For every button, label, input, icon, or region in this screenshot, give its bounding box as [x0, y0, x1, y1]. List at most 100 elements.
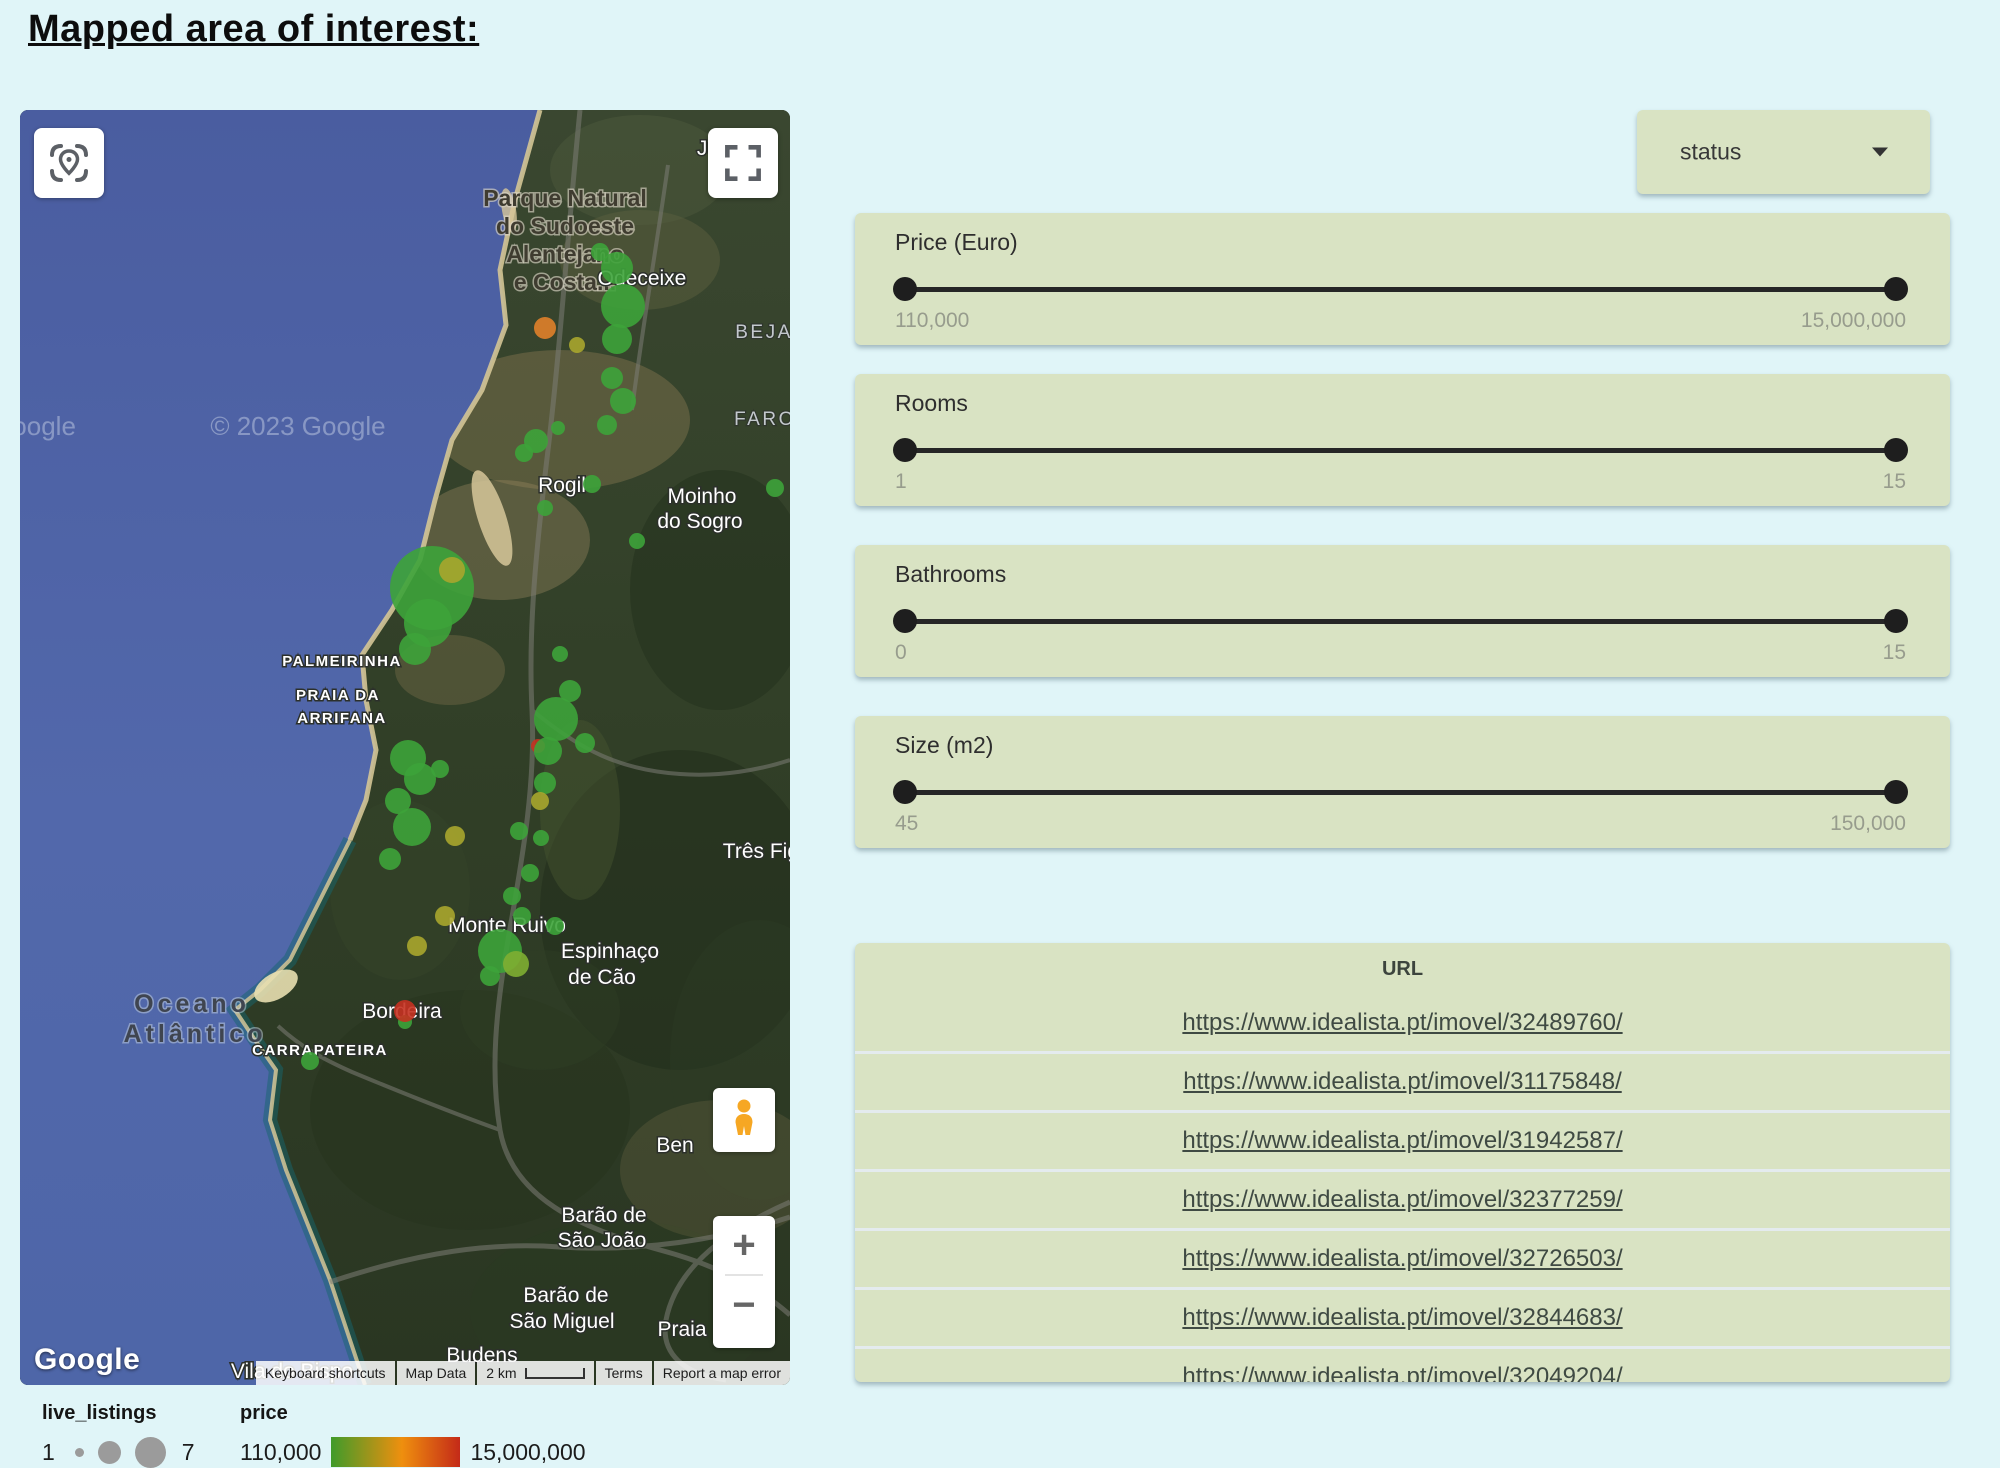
map-label: Barão de: [561, 1204, 646, 1227]
size-slider-label: Size (m2): [895, 732, 993, 759]
listing-point[interactable]: [431, 760, 449, 778]
listing-point[interactable]: [480, 966, 500, 986]
listing-point[interactable]: [591, 243, 609, 261]
map-label: do Sogro: [657, 510, 742, 533]
listing-point[interactable]: [537, 500, 553, 516]
listing-point[interactable]: [503, 951, 529, 977]
price-max-value: 15,000,000: [1801, 309, 1906, 333]
listing-point[interactable]: [515, 444, 533, 462]
listing-point[interactable]: [534, 697, 578, 741]
listing-link[interactable]: https://www.idealista.pt/imovel/32489760…: [1182, 1009, 1622, 1037]
slider-track[interactable]: [897, 448, 1904, 453]
zoom-in-button[interactable]: +: [713, 1216, 775, 1274]
listing-point[interactable]: [629, 533, 645, 549]
report-error-link[interactable]: Report a map error: [654, 1361, 790, 1385]
listing-point[interactable]: [513, 907, 531, 925]
size-legend-title: live_listings: [42, 1402, 195, 1425]
listing-point[interactable]: [510, 822, 528, 840]
google-logo[interactable]: Google: [34, 1343, 140, 1377]
size-slider-handle-max[interactable]: [1884, 780, 1908, 804]
price-slider-handle-min[interactable]: [893, 277, 917, 301]
listing-point[interactable]: [601, 284, 645, 328]
price-legend-title: price: [240, 1402, 586, 1425]
slider-track[interactable]: [897, 790, 1904, 795]
url-table-body: https://www.idealista.pt/imovel/32489760…: [855, 995, 1950, 1382]
map-label: Três Figos: [723, 840, 790, 863]
satellite-map-canvas[interactable]: Parque Naturaldo SudoesteAlentejanoe Cos…: [20, 110, 790, 1385]
listing-point[interactable]: [439, 557, 465, 583]
slider-track[interactable]: [897, 287, 1904, 292]
map-label: ARRIFANA: [297, 710, 387, 727]
bathrooms-slider-handle-min[interactable]: [893, 609, 917, 633]
size-max-value: 150,000: [1830, 812, 1906, 836]
listing-point[interactable]: [534, 737, 562, 765]
listing-point[interactable]: [394, 1000, 416, 1022]
listing-point[interactable]: [534, 317, 556, 339]
listing-point[interactable]: [521, 864, 539, 882]
listing-point[interactable]: [575, 733, 595, 753]
scale-text: 2 km: [486, 1365, 516, 1381]
keyboard-shortcuts-button[interactable]: Keyboard shortcuts: [256, 1361, 395, 1385]
bathrooms-range-slider[interactable]: [897, 609, 1904, 633]
listing-link[interactable]: https://www.idealista.pt/imovel/32726503…: [1182, 1245, 1622, 1273]
listing-point[interactable]: [534, 772, 556, 794]
rooms-slider-handle-max[interactable]: [1884, 438, 1908, 462]
rooms-range-slider[interactable]: [897, 438, 1904, 462]
map-container[interactable]: Parque Naturaldo SudoesteAlentejanoe Cos…: [20, 110, 790, 1385]
map-data-label[interactable]: Map Data: [397, 1361, 476, 1385]
map-label: CARRAPATEIRA: [252, 1042, 388, 1059]
listing-link[interactable]: https://www.idealista.pt/imovel/32377259…: [1182, 1186, 1622, 1214]
listing-point[interactable]: [766, 479, 784, 497]
listing-point[interactable]: [533, 830, 549, 846]
listing-point[interactable]: [301, 1052, 319, 1070]
listing-point[interactable]: [379, 848, 401, 870]
listing-link[interactable]: https://www.idealista.pt/imovel/31175848…: [1183, 1068, 1621, 1096]
zoom-out-button[interactable]: −: [713, 1276, 775, 1334]
bathrooms-max-value: 15: [1883, 641, 1906, 665]
map-label: Barão de: [523, 1284, 608, 1307]
listing-link[interactable]: https://www.idealista.pt/imovel/31942587…: [1182, 1127, 1622, 1155]
listing-point[interactable]: [610, 388, 636, 414]
terms-link[interactable]: Terms: [596, 1361, 652, 1385]
size-slider-handle-min[interactable]: [893, 780, 917, 804]
chevron-down-icon: [1872, 148, 1888, 157]
map-label: © 2023 Google: [210, 411, 385, 441]
listing-point[interactable]: [602, 324, 632, 354]
listing-point[interactable]: [597, 415, 617, 435]
listing-point[interactable]: [531, 792, 549, 810]
listing-point[interactable]: [503, 887, 521, 905]
listing-point[interactable]: [435, 906, 455, 926]
table-row: https://www.idealista.pt/imovel/32049204…: [855, 1346, 1950, 1382]
fullscreen-button[interactable]: [708, 128, 778, 198]
map-label: FARO: [734, 409, 790, 430]
listing-link[interactable]: https://www.idealista.pt/imovel/32049204…: [1182, 1363, 1622, 1382]
listing-point[interactable]: [393, 808, 431, 846]
listing-point[interactable]: [445, 826, 465, 846]
price-slider-handle-max[interactable]: [1884, 277, 1908, 301]
price-slider-label: Price (Euro): [895, 229, 1018, 256]
bathrooms-slider-handle-max[interactable]: [1884, 609, 1908, 633]
listing-point[interactable]: [399, 633, 431, 665]
price-range-slider[interactable]: [897, 277, 1904, 301]
map-label: Rogil: [538, 474, 586, 497]
status-dropdown-label: status: [1680, 139, 1741, 166]
size-min-value: 45: [895, 812, 918, 836]
listing-point[interactable]: [601, 367, 623, 389]
size-range-slider[interactable]: [897, 780, 1904, 804]
listing-point[interactable]: [583, 475, 601, 493]
listing-point[interactable]: [569, 337, 585, 353]
rooms-slider-handle-min[interactable]: [893, 438, 917, 462]
listing-point[interactable]: [551, 421, 565, 435]
map-scale: 2 km: [477, 1361, 593, 1385]
status-dropdown[interactable]: status: [1637, 110, 1930, 194]
map-label: Ben: [656, 1134, 693, 1157]
pegman-icon: [724, 1097, 764, 1143]
price-legend: price 110,000 15,000,000: [240, 1402, 586, 1467]
pegman-button[interactable]: [713, 1088, 775, 1152]
listing-point[interactable]: [407, 936, 427, 956]
slider-track[interactable]: [897, 619, 1904, 624]
locate-button[interactable]: [34, 128, 104, 198]
listing-link[interactable]: https://www.idealista.pt/imovel/32844683…: [1182, 1304, 1622, 1332]
listing-point[interactable]: [552, 646, 568, 662]
listing-point[interactable]: [546, 917, 564, 935]
